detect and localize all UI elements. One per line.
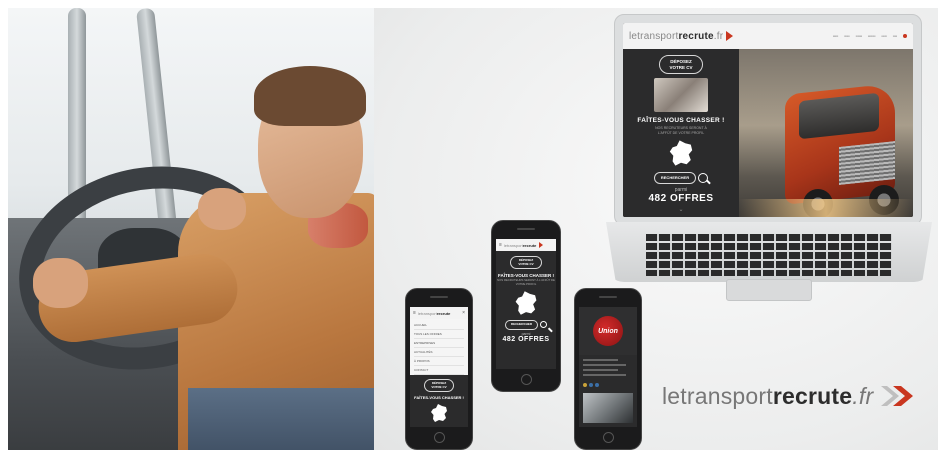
cv-photo bbox=[654, 78, 708, 112]
home-button bbox=[520, 374, 532, 385]
search-row: RECHERCHER bbox=[504, 320, 548, 330]
truck-grille bbox=[839, 141, 895, 185]
menu-icon[interactable]: ≡ bbox=[413, 310, 416, 316]
offers-count: 482 OFFRES bbox=[502, 335, 550, 343]
site-nav: ▪▪▪▪▪ ▪▪▪▪▪ ▪▪▪▪▪▪ ▪▪▪▪▪▪▪ ▪▪▪▪▪ ▪▪▪▪ bbox=[833, 34, 907, 38]
info-line bbox=[583, 359, 618, 361]
home-button bbox=[602, 432, 614, 443]
mobile-menu-item[interactable]: ENTREPRISES bbox=[414, 339, 464, 348]
hero-photo-truck-driver bbox=[8, 8, 374, 450]
brand-wordmark: letransportrecrute.fr bbox=[662, 382, 874, 409]
company-info bbox=[579, 355, 637, 383]
search-button[interactable]: RECHERCHER bbox=[504, 320, 539, 330]
phone-screen: ≡ letransportrecrute × ACCUEIL TOUS LES … bbox=[410, 307, 468, 427]
company-truck-photo bbox=[583, 393, 633, 423]
nav-link[interactable]: ▪▪▪▪▪ bbox=[881, 34, 886, 38]
search-icon[interactable] bbox=[540, 321, 548, 329]
phone-screen: ≡ letransportrecrute DÉPOSEZ VOTRE CV FA… bbox=[496, 239, 556, 369]
road-light bbox=[739, 199, 913, 217]
site-logo[interactable]: letransportrecrute.fr bbox=[629, 31, 723, 42]
search-row: RECHERCHER bbox=[653, 172, 709, 184]
hero-subline: NOS RECRUTEURS SERONT À L'AFFÛT DE VOTRE… bbox=[655, 126, 707, 135]
france-map-icon bbox=[431, 404, 447, 422]
laptop-trackpad bbox=[726, 279, 812, 301]
mobile-header: ≡ letransportrecrute × bbox=[410, 307, 468, 319]
phone-mockup-company: Union bbox=[574, 288, 642, 450]
hero-headline: FAÎTES-VOUS CHASSER ! bbox=[637, 117, 725, 124]
scroll-down-icon[interactable]: ⌄ bbox=[678, 206, 683, 213]
phone-mockup-menu: ≡ letransportrecrute × ACCUEIL TOUS LES … bbox=[405, 288, 473, 450]
phone-earpiece bbox=[430, 296, 448, 298]
mobile-menu-item[interactable]: ACCUEIL bbox=[414, 321, 464, 330]
hero-panel: DÉPOSEZ VOTRE CV FAÎTES-VOUS CHASSER ! N… bbox=[623, 49, 739, 217]
laptop-lid: letransportrecrute.fr ▪▪▪▪▪ ▪▪▪▪▪ ▪▪▪▪▪▪… bbox=[614, 14, 922, 226]
driver-hand bbox=[198, 188, 246, 230]
mobile-menu: ACCUEIL TOUS LES OFFRES ENTREPRISES ACTU… bbox=[410, 319, 468, 375]
phone-earpiece bbox=[517, 228, 535, 230]
menu-icon[interactable]: ≡ bbox=[499, 242, 502, 248]
nav-link[interactable]: ▪▪▪▪▪▪▪ bbox=[868, 34, 875, 38]
mobile-menu-item[interactable]: À PROPOS bbox=[414, 357, 464, 366]
company-banner: Union bbox=[579, 307, 637, 355]
home-button bbox=[433, 432, 445, 443]
mobile-header: ≡ letransportrecrute bbox=[496, 239, 556, 251]
social-icon[interactable] bbox=[595, 383, 599, 387]
nav-link[interactable]: ▪▪▪▪▪ bbox=[844, 34, 849, 38]
user-icon[interactable] bbox=[903, 34, 907, 38]
phone-screen: Union bbox=[579, 307, 637, 427]
social-icon[interactable] bbox=[583, 383, 587, 387]
mobile-subline: NOS RECRUTEURS SERONT À L'AFFÛT DE VOTRE… bbox=[497, 278, 555, 286]
laptop-keyboard bbox=[646, 234, 892, 276]
brand-chevron-icon bbox=[881, 386, 914, 406]
nav-link[interactable]: ▪▪▪▪ bbox=[893, 34, 897, 38]
social-icons bbox=[579, 383, 637, 387]
laptop-mockup: letransportrecrute.fr ▪▪▪▪▪ ▪▪▪▪▪ ▪▪▪▪▪▪… bbox=[606, 14, 932, 301]
mobile-headline: FAÎTES-VOUS CHASSER ! bbox=[414, 395, 464, 400]
device-showcase: letransportrecrute.fr ▪▪▪▪▪ ▪▪▪▪▪ ▪▪▪▪▪▪… bbox=[374, 8, 938, 450]
upload-cv-button[interactable]: DÉPOSEZ VOTRE CV bbox=[424, 379, 454, 392]
mobile-logo[interactable]: letransportrecrute bbox=[504, 243, 536, 248]
nav-link[interactable]: ▪▪▪▪▪ bbox=[833, 34, 838, 38]
phone-earpiece bbox=[599, 296, 617, 298]
site-header: letransportrecrute.fr ▪▪▪▪▪ ▪▪▪▪▪ ▪▪▪▪▪▪… bbox=[623, 23, 913, 49]
search-icon[interactable] bbox=[698, 172, 709, 183]
upload-cv-button[interactable]: DÉPOSEZ VOTRE CV bbox=[659, 55, 703, 74]
upload-cv-button[interactable]: DÉPOSEZ VOTRE CV bbox=[510, 256, 542, 269]
hero-truck-image bbox=[739, 49, 913, 217]
info-line bbox=[583, 369, 618, 371]
logo-chevron-icon bbox=[539, 242, 544, 248]
search-button[interactable]: RECHERCHER bbox=[653, 172, 697, 184]
mobile-menu-item[interactable]: CONTACT bbox=[414, 366, 464, 375]
company-logo[interactable]: Union bbox=[593, 316, 623, 346]
social-icon[interactable] bbox=[589, 383, 593, 387]
nav-link[interactable]: ▪▪▪▪▪▪ bbox=[856, 34, 862, 38]
france-map-icon bbox=[515, 291, 537, 315]
info-line bbox=[583, 374, 626, 376]
phone-mockup-home: ≡ letransportrecrute DÉPOSEZ VOTRE CV FA… bbox=[491, 220, 561, 392]
mobile-hero: DÉPOSEZ VOTRE CV FAÎTES-VOUS CHASSER ! N… bbox=[496, 251, 556, 343]
france-map-icon bbox=[669, 140, 693, 166]
driver-hair bbox=[254, 66, 366, 126]
driver-jeans bbox=[188, 388, 374, 450]
info-line bbox=[583, 364, 626, 366]
brand-logo: letransportrecrute.fr bbox=[662, 382, 919, 410]
close-icon[interactable]: × bbox=[462, 310, 465, 316]
driver-hand bbox=[33, 258, 88, 308]
offers-count: 482 OFFRES bbox=[648, 192, 714, 204]
mobile-logo[interactable]: letransportrecrute bbox=[418, 311, 450, 316]
laptop-screen: letransportrecrute.fr ▪▪▪▪▪ ▪▪▪▪▪ ▪▪▪▪▪▪… bbox=[623, 23, 913, 217]
mobile-menu-item[interactable]: TOUS LES OFFRES bbox=[414, 330, 464, 339]
mobile-hero: DÉPOSEZ VOTRE CV FAÎTES-VOUS CHASSER ! bbox=[410, 375, 468, 423]
logo-chevron-icon bbox=[726, 31, 734, 41]
mobile-menu-item[interactable]: ACTUALITÉS bbox=[414, 348, 464, 357]
